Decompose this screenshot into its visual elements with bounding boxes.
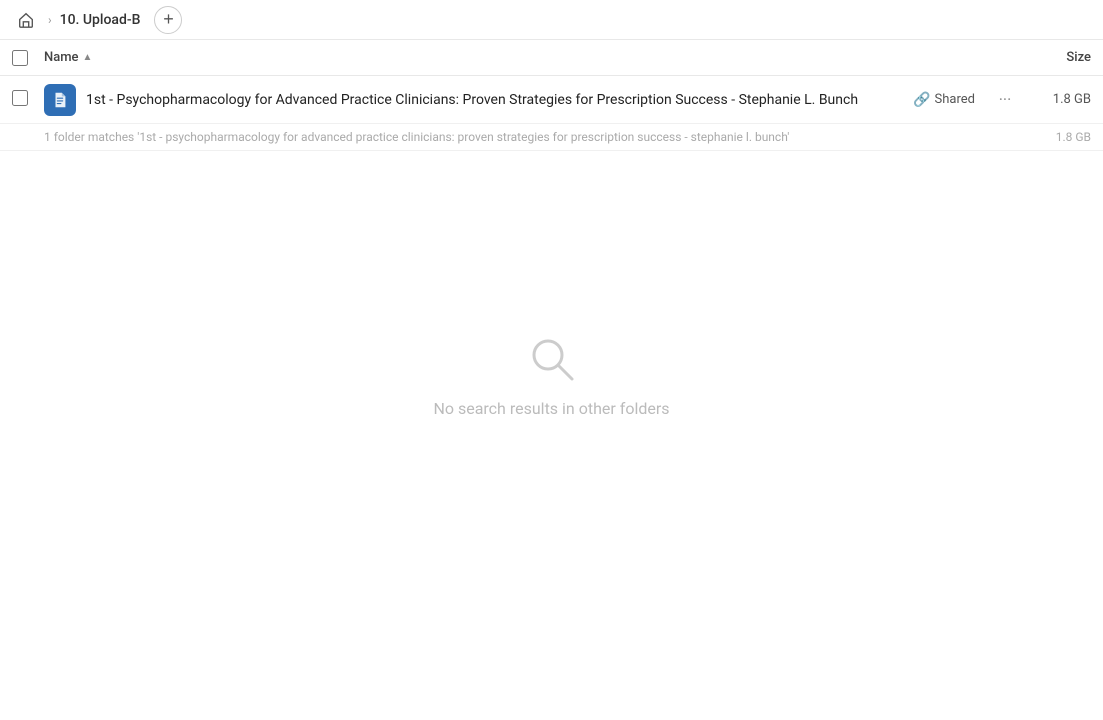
summary-text: 1 folder matches '1st - psychopharmacolo… [44, 130, 1031, 144]
select-all-checkbox-wrap[interactable] [12, 50, 44, 66]
summary-size: 1.8 GB [1031, 130, 1091, 144]
breadcrumb-chevron: › [48, 13, 52, 27]
file-icon [51, 91, 69, 109]
file-checkbox-wrap[interactable] [12, 90, 44, 110]
empty-label: No search results in other folders [433, 399, 669, 418]
name-column-header[interactable]: Name ▲ [44, 50, 1011, 65]
sort-arrow-icon: ▲ [83, 52, 93, 63]
add-button[interactable]: + [154, 6, 182, 34]
shared-label: Shared [935, 92, 975, 107]
shared-badge: 🔗 Shared [913, 92, 975, 108]
file-icon-wrap [44, 84, 76, 116]
home-button[interactable] [12, 6, 40, 34]
breadcrumb-bar: › 10. Upload-B + [0, 0, 1103, 40]
summary-row: 1 folder matches '1st - psychopharmacolo… [0, 124, 1103, 151]
no-results-icon [524, 331, 580, 387]
select-all-checkbox[interactable] [12, 50, 28, 66]
column-headers: Name ▲ Size [0, 40, 1103, 76]
more-options-button[interactable]: ··· [991, 86, 1019, 114]
breadcrumb-folder[interactable]: 10. Upload-B [60, 12, 141, 28]
home-icon [17, 11, 35, 29]
file-row[interactable]: 1st - Psychopharmacology for Advanced Pr… [0, 76, 1103, 124]
empty-state: No search results in other folders [0, 331, 1103, 418]
link-icon: 🔗 [913, 92, 930, 108]
size-column-header: Size [1011, 50, 1091, 65]
file-checkbox[interactable] [12, 90, 28, 106]
file-size: 1.8 GB [1031, 92, 1091, 107]
file-name: 1st - Psychopharmacology for Advanced Pr… [86, 92, 913, 108]
